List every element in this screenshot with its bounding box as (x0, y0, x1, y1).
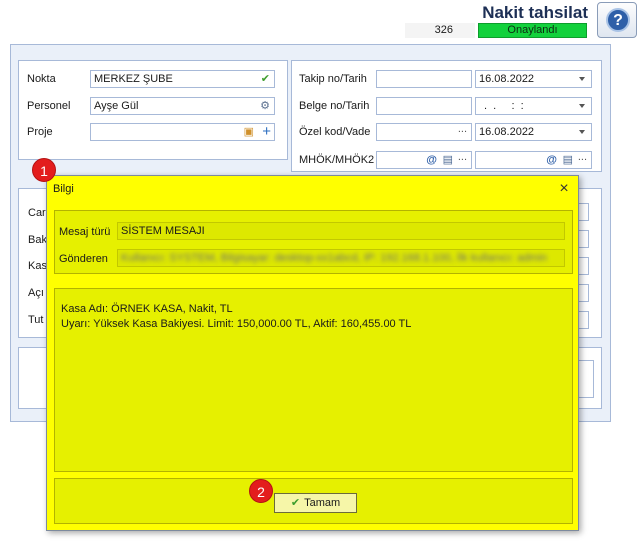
mhok-field-1[interactable]: @ ▤ ... (376, 151, 472, 169)
personel-field[interactable]: Ayşe Gül ⚙ (90, 97, 275, 115)
step-badge-2: 2 (249, 479, 273, 503)
email-at-icon[interactable]: @ (546, 153, 557, 167)
nokta-label: Nokta (27, 73, 56, 85)
lock-icon: ▣ (243, 126, 254, 138)
takip-date-value: 16.08.2022 (479, 73, 535, 85)
nokta-value: MERKEZ ŞUBE (94, 73, 173, 85)
user-card-icon[interactable]: ▤ (443, 153, 453, 167)
message-header-section: Mesaj türü SİSTEM MESAJI Gönderen Kullan… (54, 210, 573, 274)
email-at-icon[interactable]: @ (426, 153, 437, 167)
step-badge-1: 1 (32, 158, 56, 182)
chevron-down-icon[interactable] (579, 77, 585, 81)
close-icon[interactable]: × (554, 179, 574, 199)
user-card-icon[interactable]: ▤ (563, 153, 573, 167)
check-icon: ✔ (290, 497, 301, 509)
mesaj-turu-value: SİSTEM MESAJI (121, 225, 205, 237)
dialog-title: Bilgi (53, 183, 74, 195)
help-icon: ? (606, 8, 630, 32)
partial-label: Kas (28, 260, 47, 272)
takip-date-field[interactable]: 16.08.2022 (475, 70, 592, 88)
gonderen-label: Gönderen (59, 253, 108, 265)
user-lookup-icon[interactable]: ⚙ (260, 99, 270, 113)
takip-no-field[interactable] (376, 70, 472, 88)
takip-label: Takip no/Tarih (299, 73, 367, 85)
page-title: Nakit tahsilat (482, 3, 588, 22)
message-line: Kasa Adı: ÖRNEK KASA, Nakit, TL (61, 303, 233, 315)
vade-date-field[interactable]: 16.08.2022 (475, 123, 592, 141)
validate-check-icon[interactable]: ✔ (261, 72, 270, 86)
status-badge: Onaylandı (478, 23, 587, 38)
mhok-field-2[interactable]: @ ▤ ... (475, 151, 592, 169)
ok-button[interactable]: ✔ Tamam (274, 493, 357, 513)
add-icon[interactable]: + (262, 124, 271, 139)
ellipsis-icon[interactable]: ... (578, 150, 587, 164)
partial-label: Tut (28, 314, 44, 326)
ellipsis-icon[interactable]: ... (458, 150, 467, 164)
partial-label: Bak (28, 234, 47, 246)
nokta-field[interactable]: MERKEZ ŞUBE ✔ (90, 70, 275, 88)
ok-button-label: Tamam (304, 497, 341, 509)
partial-label: Açı (28, 287, 44, 299)
proje-label: Proje (27, 126, 53, 138)
ozel-kod-field[interactable]: ... (376, 123, 472, 141)
document-number: 326 (405, 23, 475, 38)
ellipsis-icon[interactable]: ... (458, 122, 467, 136)
personel-label: Personel (27, 100, 71, 112)
gonderen-value: Kullanıcı: SYSTEM, Bilgisayar: desktop-x… (121, 252, 548, 264)
help-button[interactable]: ? (597, 2, 637, 38)
chevron-down-icon[interactable] (579, 104, 585, 108)
info-dialog: Bilgi × Mesaj türü SİSTEM MESAJI Göndere… (46, 175, 579, 531)
mhok-label: MHÖK/MHÖK2 (299, 154, 375, 166)
message-body-section: Kasa Adı: ÖRNEK KASA, Nakit, TL Uyarı: Y… (54, 288, 573, 472)
ozel-kod-label: Özel kod/Vade (299, 126, 371, 138)
left-info-panel: Nokta MERKEZ ŞUBE ✔ Personel Ayşe Gül ⚙ … (18, 60, 288, 160)
belge-label: Belge no/Tarih (299, 100, 370, 112)
partial-label: Car (28, 207, 46, 219)
vade-date-value: 16.08.2022 (479, 126, 535, 138)
belge-date-field[interactable]: . . : : (475, 97, 592, 115)
mesaj-turu-field[interactable]: SİSTEM MESAJI (117, 222, 565, 240)
mesaj-turu-label: Mesaj türü (59, 226, 111, 238)
proje-field[interactable]: ▣ + (90, 123, 275, 141)
belge-date-value: . . : : (484, 100, 524, 112)
personel-value: Ayşe Gül (94, 100, 139, 112)
gonderen-field[interactable]: Kullanıcı: SYSTEM, Bilgisayar: desktop-x… (117, 249, 565, 267)
right-info-panel: Takip no/Tarih 16.08.2022 Belge no/Tarih… (291, 60, 602, 172)
message-line: Uyarı: Yüksek Kasa Bakiyesi. Limit: 150,… (61, 318, 412, 330)
belge-no-field[interactable] (376, 97, 472, 115)
chevron-down-icon[interactable] (579, 130, 585, 134)
